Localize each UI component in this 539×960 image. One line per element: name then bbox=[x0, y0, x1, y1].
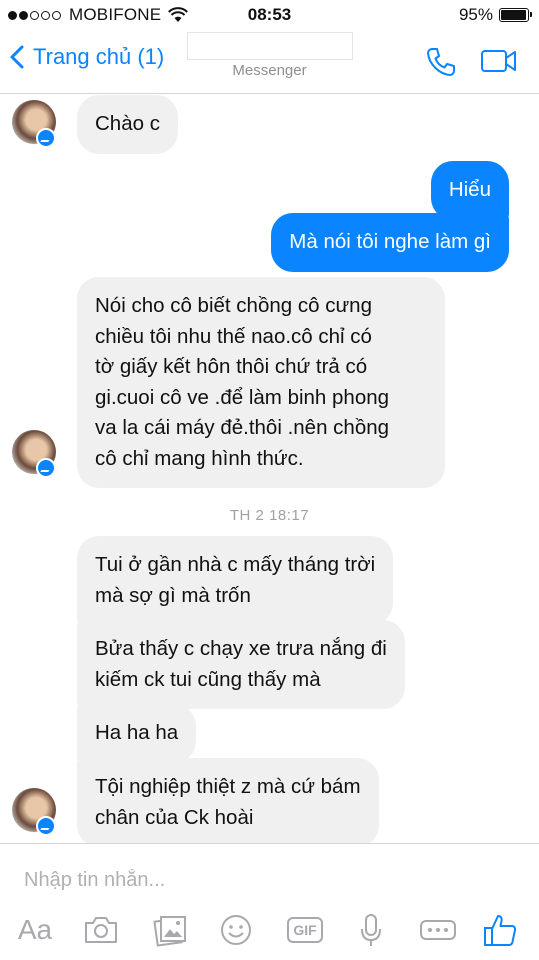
message-timestamp: TH 2 18:17 bbox=[229, 507, 310, 524]
outgoing-message[interactable]: Hiểu bbox=[430, 161, 509, 220]
text-format-icon[interactable]: Aa bbox=[14, 912, 56, 948]
video-call-icon[interactable] bbox=[480, 48, 518, 74]
emoji-icon[interactable] bbox=[218, 912, 254, 948]
thumbs-up-icon[interactable] bbox=[482, 912, 518, 948]
outgoing-message[interactable]: Mà nói tôi nghe làm gì bbox=[271, 213, 509, 272]
composer: Aa GIF bbox=[0, 843, 539, 960]
contact-name-redacted bbox=[187, 32, 353, 60]
battery-level bbox=[501, 10, 526, 20]
status-right: 95% bbox=[458, 5, 532, 25]
more-icon[interactable] bbox=[419, 912, 457, 948]
messenger-badge-icon bbox=[36, 816, 56, 836]
incoming-message[interactable]: Ha ha ha bbox=[77, 704, 197, 763]
message-list[interactable]: Chào c Hiểu Mà nói tôi nghe làm gì Nói c… bbox=[0, 95, 539, 847]
gif-icon[interactable]: GIF bbox=[285, 912, 325, 948]
incoming-message[interactable]: Nói cho cô biết chồng cô cưng chiều tôi … bbox=[77, 277, 445, 488]
battery-percent: 95% bbox=[458, 5, 493, 24]
camera-icon[interactable] bbox=[83, 912, 119, 948]
nav-subtitle: Messenger bbox=[232, 62, 307, 79]
incoming-message[interactable]: Chào c bbox=[77, 95, 178, 154]
status-bar: MOBIFONE 08:53 95% bbox=[0, 0, 539, 30]
gif-label: GIF bbox=[287, 917, 323, 943]
messenger-badge-icon bbox=[36, 128, 56, 148]
microphone-icon[interactable] bbox=[356, 912, 386, 948]
incoming-message[interactable]: Tui ở gần nhà c mấy tháng trời mà sợ gì … bbox=[77, 536, 394, 625]
incoming-message[interactable]: Tội nghiệp thiệt z mà cứ bám chân của Ck… bbox=[77, 758, 379, 847]
message-input[interactable] bbox=[24, 866, 504, 894]
conversation-header: Trang chủ (1) Messenger bbox=[0, 30, 539, 94]
phone-call-icon[interactable] bbox=[425, 46, 457, 78]
composer-toolbar: Aa GIF bbox=[0, 908, 539, 954]
messenger-badge-icon bbox=[36, 458, 56, 478]
incoming-message[interactable]: Bửa thấy c chạy xe trưa nắng đi kiếm ck … bbox=[77, 620, 405, 709]
photos-icon[interactable] bbox=[152, 912, 188, 948]
battery-icon bbox=[499, 8, 532, 22]
